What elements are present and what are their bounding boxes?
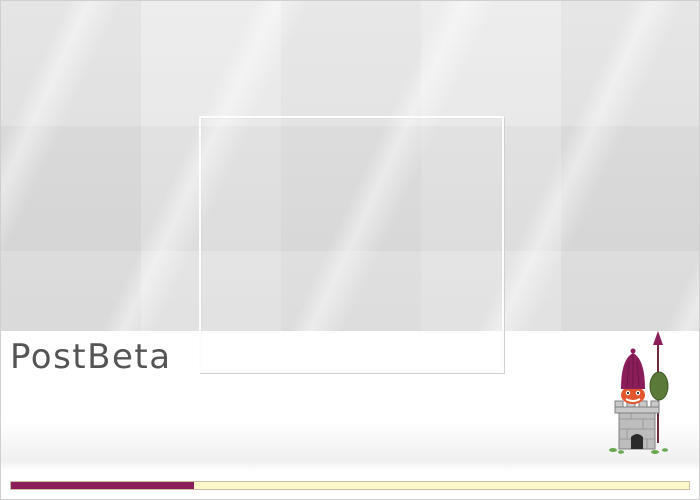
splash-screen: PostBeta <box>0 0 700 500</box>
tower-guard-icon <box>609 331 669 454</box>
image-frame <box>199 116 504 373</box>
loading-progress-fill <box>11 482 195 489</box>
loading-progress-bar <box>10 481 690 490</box>
brand-title: PostBeta <box>10 337 172 377</box>
